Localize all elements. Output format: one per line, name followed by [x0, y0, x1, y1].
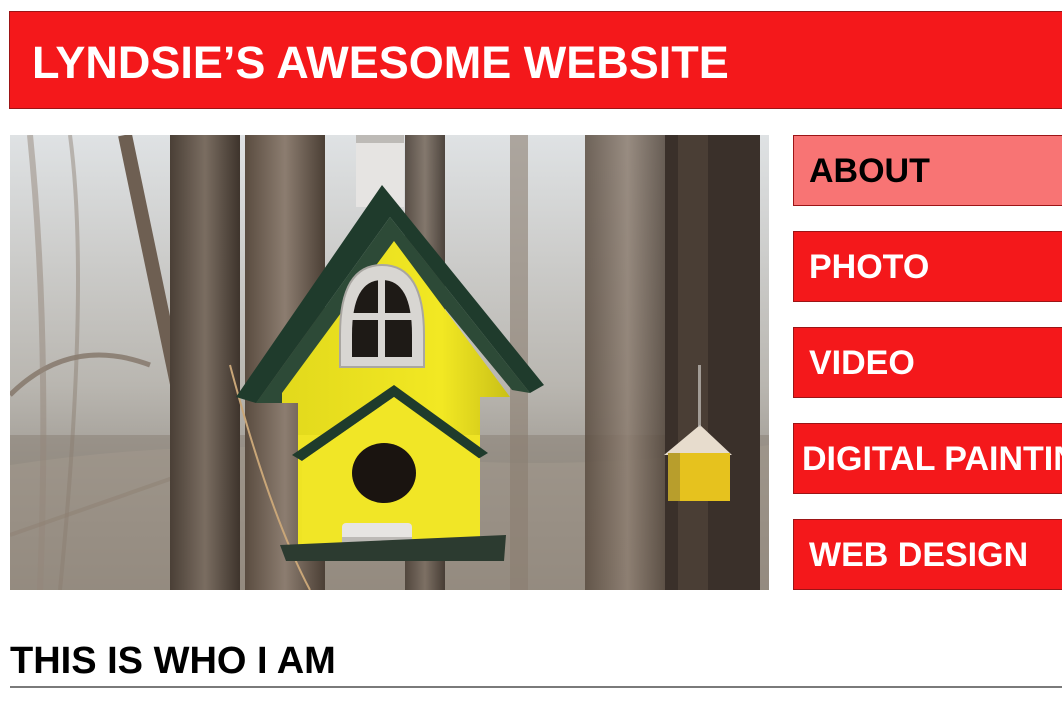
- birdhouse-photo: [10, 135, 769, 590]
- nav-item-video[interactable]: VIDEO: [793, 327, 1062, 398]
- nav-item-about[interactable]: ABOUT: [793, 135, 1062, 206]
- nav-item-photo[interactable]: PHOTO: [793, 231, 1062, 302]
- section-divider: [10, 686, 1062, 688]
- nav-item-label: VIDEO: [809, 344, 915, 382]
- page: LYNDSIE’S AWESOME WEBSITE ABOUT PHOTO VI…: [0, 0, 1062, 709]
- nav-item-label: PHOTO: [809, 248, 930, 286]
- hero-image: [10, 135, 769, 590]
- nav-item-web-design[interactable]: WEB DESIGN: [793, 519, 1062, 590]
- nav-item-label: ABOUT: [809, 152, 930, 190]
- site-header: LYNDSIE’S AWESOME WEBSITE: [9, 11, 1062, 109]
- site-title[interactable]: LYNDSIE’S AWESOME WEBSITE: [32, 38, 729, 88]
- section-title: THIS IS WHO I AM: [10, 640, 336, 682]
- nav-item-label: DIGITAL PAINTING: [802, 440, 1062, 478]
- nav-item-label: WEB DESIGN: [809, 536, 1029, 574]
- nav-item-digital-painting[interactable]: DIGITAL PAINTING: [793, 423, 1062, 494]
